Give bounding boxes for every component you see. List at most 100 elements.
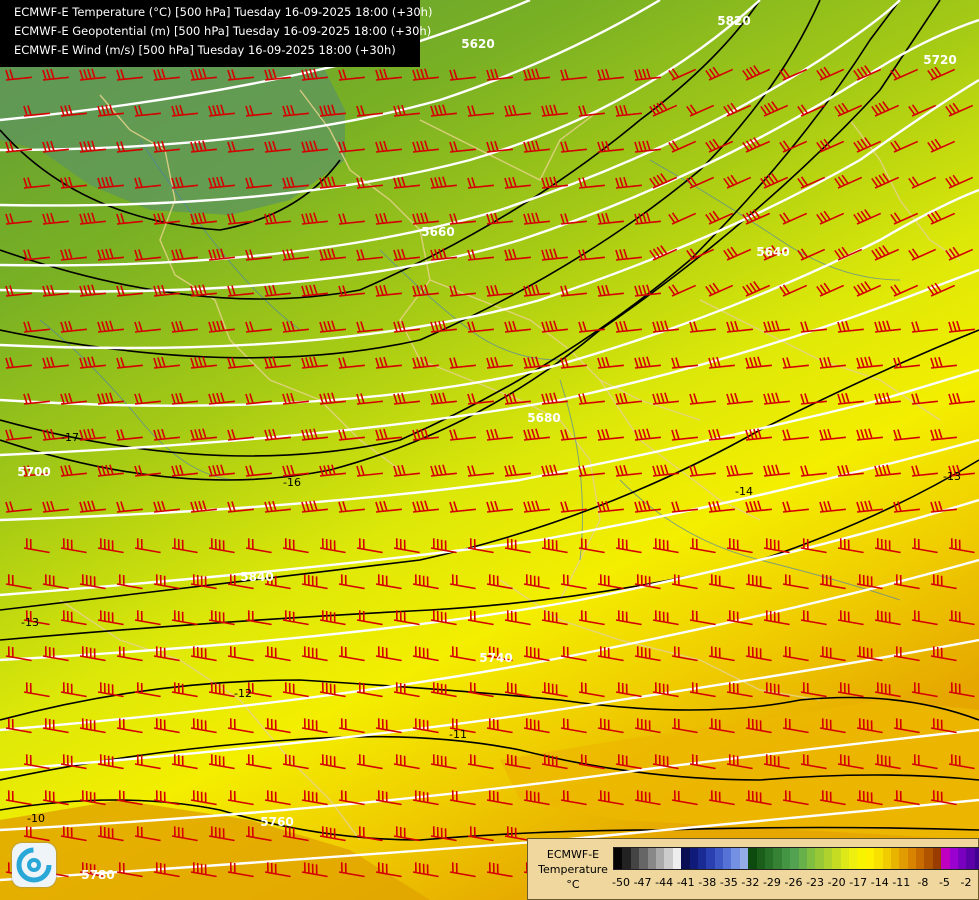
geopotential-label: 5840 <box>240 570 273 584</box>
legend-tick: -20 <box>827 876 846 889</box>
legend-swatch <box>655 848 665 869</box>
svg-text:5760: 5760 <box>260 815 293 829</box>
legend-swatch <box>899 848 908 869</box>
legend-tick: -23 <box>806 876 825 889</box>
legend-tick: -38 <box>698 876 717 889</box>
geopotential-label: 5680 <box>527 411 560 425</box>
legend-swatch <box>874 848 883 869</box>
legend-tick: -41 <box>676 876 695 889</box>
legend-tick: -8 <box>917 876 929 889</box>
legend-swatch <box>739 848 749 869</box>
svg-text:-14: -14 <box>735 485 753 498</box>
legend-tick: -29 <box>762 876 781 889</box>
legend-color-bar <box>613 847 979 870</box>
legend-swatch <box>857 848 866 869</box>
isotherm-label: -13 <box>21 616 39 629</box>
legend-swatch <box>958 848 967 869</box>
legend-swatch <box>714 848 724 869</box>
legend-swatch <box>941 848 950 869</box>
legend-tick: -32 <box>741 876 760 889</box>
legend-swatch <box>639 848 648 869</box>
svg-text:-17: -17 <box>61 431 79 444</box>
legend-tick: -2 <box>960 876 972 889</box>
legend-tick: -44 <box>655 876 674 889</box>
svg-text:5620: 5620 <box>461 37 494 51</box>
legend-swatch <box>949 848 959 869</box>
svg-text:5720: 5720 <box>923 53 956 67</box>
svg-text:-13: -13 <box>21 616 39 629</box>
legend-tick: -26 <box>784 876 803 889</box>
legend-tick: -14 <box>870 876 889 889</box>
geopotential-label: 5700 <box>17 465 50 479</box>
legend-swatch <box>697 848 707 869</box>
svg-text:5640: 5640 <box>756 245 789 259</box>
legend-swatch <box>765 848 774 869</box>
svg-text:5780: 5780 <box>81 868 114 882</box>
legend-swatch <box>924 848 933 869</box>
legend-swatch <box>832 848 841 869</box>
color-legend: ECMWF-E Temperature °C -50 -47 -44 -41 -38 -3… <box>527 838 979 900</box>
geopotential-label: 5780 <box>81 868 114 882</box>
legend-swatch <box>790 848 799 869</box>
legend-swatch <box>773 848 782 869</box>
legend-swatch <box>890 848 900 869</box>
legend-swatch <box>706 848 715 869</box>
legend-swatch <box>689 848 698 869</box>
isotherm-label: -11 <box>449 728 467 741</box>
legend-swatch <box>848 848 858 869</box>
isotherm-label: -16 <box>283 476 301 489</box>
legend-title: ECMWF-E Temperature °C <box>534 847 612 892</box>
legend-swatch <box>806 848 816 869</box>
geopotential-label: 5720 <box>923 53 956 67</box>
svg-text:5660: 5660 <box>421 225 454 239</box>
geopotential-label: 5640 <box>756 245 789 259</box>
geopotential-label: 5660 <box>421 225 454 239</box>
legend-field: Temperature <box>538 863 608 876</box>
legend-tick: -11 <box>892 876 911 889</box>
legend-swatch <box>840 848 849 869</box>
isotherm-label: -12 <box>234 687 252 700</box>
svg-text:-13: -13 <box>943 470 961 483</box>
legend-swatch <box>932 848 942 869</box>
legend-tick: -35 <box>719 876 738 889</box>
legend-tick: -5 <box>938 876 950 889</box>
legend-swatch <box>731 848 740 869</box>
legend-swatch <box>664 848 673 869</box>
header-wind-line: ECMWF-E Wind (m/s) [500 hPa] Tuesday 16-… <box>14 43 396 57</box>
legend-tick: -17 <box>849 876 868 889</box>
svg-text:5820: 5820 <box>717 14 750 28</box>
legend-unit: °C <box>566 878 580 891</box>
legend-swatch <box>882 848 891 869</box>
legend-swatch <box>815 848 824 869</box>
header-temperature-line: ECMWF-E Temperature (°C) [500 hPa] Tuesd… <box>14 5 433 19</box>
geopotential-label: 5740 <box>479 651 512 665</box>
legend-swatch <box>622 848 631 869</box>
legend-swatch <box>672 848 682 869</box>
legend-tick: -50 <box>612 876 630 889</box>
legend-tick: -47 <box>633 876 652 889</box>
geopotential-label: 5820 <box>717 14 750 28</box>
legend-swatch <box>823 848 833 869</box>
weather-map: -17 -16 -14 -13 -13 -12 -11 -10 5620 5640 5660 568… <box>0 0 979 900</box>
svg-text:5700: 5700 <box>17 465 50 479</box>
legend-swatch <box>748 848 757 869</box>
legend-swatch <box>781 848 791 869</box>
legend-swatch <box>916 848 925 869</box>
svg-text:-12: -12 <box>234 687 252 700</box>
legend-swatch <box>723 848 732 869</box>
legend-swatch <box>614 848 623 869</box>
geopotential-label: 5620 <box>461 37 494 51</box>
map-header: ECMWF-E Temperature (°C) [500 hPa] Tuesd… <box>0 0 433 67</box>
legend-model: ECMWF-E <box>546 848 600 861</box>
legend-swatch <box>907 848 917 869</box>
header-geopotential-line: ECMWF-E Geopotential (m) [500 hPa] Tuesd… <box>14 24 432 38</box>
svg-text:-10: -10 <box>27 812 45 825</box>
provider-logo-icon <box>12 843 56 887</box>
geopotential-label: 5760 <box>260 815 293 829</box>
svg-text:-11: -11 <box>449 728 467 741</box>
svg-text:5680: 5680 <box>527 411 560 425</box>
svg-text:5840: 5840 <box>240 570 273 584</box>
legend-swatch <box>798 848 807 869</box>
isotherm-label: -14 <box>735 485 753 498</box>
legend-swatch <box>974 848 979 869</box>
